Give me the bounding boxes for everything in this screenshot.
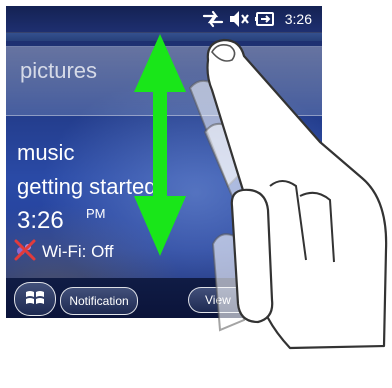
top-band — [6, 33, 322, 41]
start-button[interactable] — [14, 282, 56, 316]
bottom-bar: Notification View — [6, 278, 322, 318]
device-screen: 3:26 pictures music getting started 3:26… — [6, 6, 322, 318]
windows-logo-icon — [24, 288, 46, 311]
connection-sync-icon[interactable] — [202, 10, 224, 32]
clock-ampm: PM — [86, 206, 106, 221]
status-bar: 3:26 — [6, 6, 322, 33]
status-time[interactable]: 3:26 — [285, 11, 312, 27]
volume-muted-icon[interactable] — [228, 10, 250, 32]
view-button[interactable]: View — [188, 287, 252, 313]
notification-button-label: Notification — [69, 294, 129, 308]
getting-started-item[interactable]: getting started — [17, 174, 156, 200]
wifi-status-item[interactable]: Wi-Fi: Off — [14, 239, 114, 265]
notification-button[interactable]: Notification — [60, 287, 138, 315]
battery-charging-icon[interactable] — [254, 10, 276, 32]
wifi-status-label: Wi-Fi: Off — [42, 242, 114, 261]
wifi-off-icon — [14, 239, 36, 265]
pictures-item[interactable]: pictures — [20, 58, 97, 84]
music-item[interactable]: music — [17, 140, 74, 166]
clock-time: 3:26 — [17, 207, 64, 234]
view-button-label: View — [205, 293, 231, 307]
